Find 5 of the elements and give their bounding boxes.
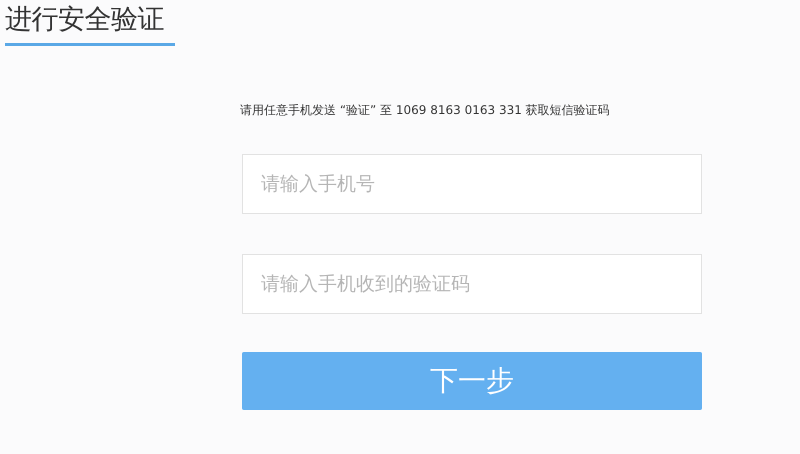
page-title: 进行安全验证 [5, 3, 164, 37]
input-field[interactable]: 请输入手机收到的验证码 [242, 254, 702, 314]
next-button[interactable]: 下一步 [242, 352, 702, 410]
instruction-text: 请用任意手机发送 “验证” 至 1069 8163 0163 331 获取短信验证码 [240, 102, 611, 119]
input-field[interactable]: 请输入手机号 [242, 154, 702, 214]
